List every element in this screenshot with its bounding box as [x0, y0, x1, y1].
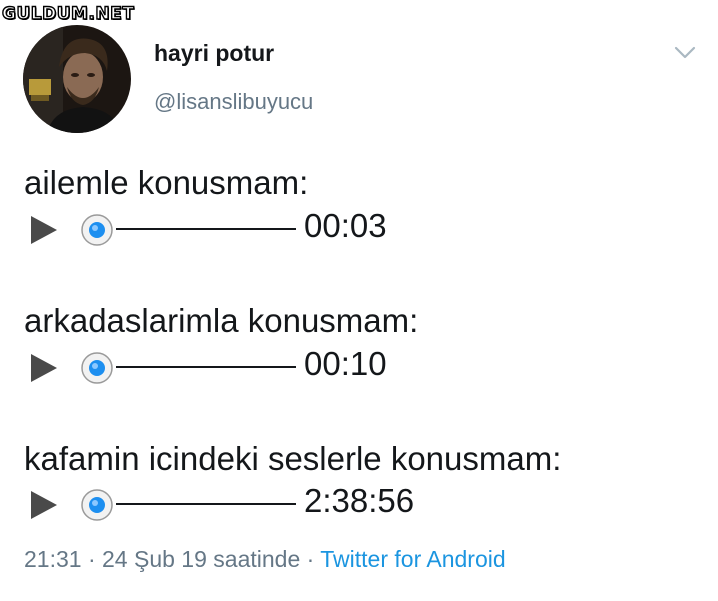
- tweet-text-line: kafamin icindeki seslerle konusmam:: [24, 440, 562, 477]
- seek-knob-icon[interactable]: [80, 488, 114, 522]
- avatar[interactable]: [23, 25, 131, 133]
- user-handle[interactable]: @lisanslibuyucu: [154, 89, 313, 115]
- seek-track[interactable]: [116, 503, 296, 505]
- duration-label: 2:38:56: [304, 482, 415, 519]
- duration-label: 00:10: [304, 345, 387, 382]
- audio-player: 2:38:56: [28, 482, 448, 525]
- chevron-down-icon[interactable]: [672, 42, 698, 62]
- audio-player: 00:10: [28, 345, 448, 388]
- seek-track[interactable]: [116, 228, 296, 230]
- play-icon[interactable]: [28, 489, 60, 521]
- meta-separator: ·: [87, 546, 96, 572]
- watermark-logo: GULDUM.NET: [1, 3, 135, 24]
- display-name[interactable]: hayri potur: [154, 40, 274, 67]
- tweet-text-line: arkadaslarimla konusmam:: [24, 302, 419, 339]
- tweet-meta: 21:31 · 24 Şub 19 saatinde · Twitter for…: [24, 546, 506, 573]
- duration-label: 00:03: [304, 207, 387, 244]
- seek-track[interactable]: [116, 366, 296, 368]
- seek-knob-icon[interactable]: [80, 213, 114, 247]
- avatar-photo: [23, 25, 131, 133]
- tweet-date[interactable]: 24 Şub 19 saatinde: [102, 546, 300, 572]
- tweet-text-line: ailemle konusmam:: [24, 164, 309, 201]
- tweet-source-link[interactable]: Twitter for Android: [320, 546, 505, 572]
- meta-separator: ·: [306, 546, 315, 572]
- play-icon[interactable]: [28, 352, 60, 384]
- seek-knob-icon[interactable]: [80, 351, 114, 385]
- play-icon[interactable]: [28, 214, 60, 246]
- audio-player: 00:03: [28, 207, 448, 250]
- tweet-time[interactable]: 21:31: [24, 546, 82, 572]
